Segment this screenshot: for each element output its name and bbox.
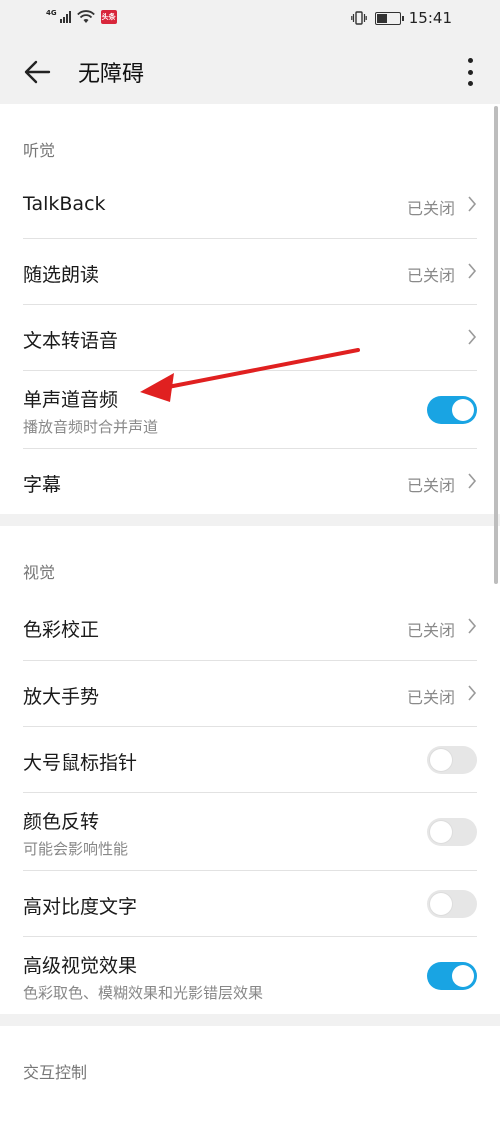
setting-large-pointer[interactable]: 大号鼠标指针 — [23, 726, 477, 792]
news-badge-text: 头条 — [101, 12, 116, 21]
setting-label: 字幕 — [23, 474, 62, 496]
mono-audio-toggle[interactable] — [427, 396, 477, 424]
setting-advanced-visual-effects[interactable]: 高级视觉效果 色彩取色、模糊效果和光影错层效果 — [23, 936, 477, 1014]
chevron-right-icon — [468, 196, 477, 212]
chevron-right-icon — [468, 329, 477, 345]
vibrate-icon — [350, 11, 367, 25]
setting-label: 色彩校正 — [23, 619, 100, 641]
setting-magnification-gestures[interactable]: 放大手势 已关闭 — [23, 660, 477, 726]
advanced-visual-effects-toggle[interactable] — [427, 962, 477, 990]
chevron-right-icon — [468, 263, 477, 279]
setting-status: 已关闭 — [406, 688, 455, 707]
section-interaction: 交互控制 — [0, 1026, 500, 1126]
back-arrow-icon[interactable] — [22, 57, 52, 87]
status-right: 15:41 — [350, 9, 452, 27]
setting-status: 已关闭 — [406, 476, 455, 495]
page-title: 无障碍 — [78, 62, 145, 87]
setting-subtitle: 播放音频时合并声道 — [23, 418, 159, 436]
status-time: 15:41 — [408, 9, 452, 27]
setting-label: 随选朗读 — [23, 264, 100, 286]
chevron-right-icon — [468, 618, 477, 634]
setting-color-correction[interactable]: 色彩校正 已关闭 — [23, 594, 477, 660]
app-bar: 无障碍 — [0, 38, 500, 104]
section-hearing: 听觉 TalkBack 已关闭 随选朗读 已关闭 文本转语音 单声道音频 播放音… — [0, 104, 500, 514]
setting-select-to-speak[interactable]: 随选朗读 已关闭 — [23, 238, 477, 304]
color-inversion-toggle[interactable] — [427, 818, 477, 846]
setting-text-to-speech[interactable]: 文本转语音 — [23, 304, 477, 370]
setting-label: TalkBack — [23, 193, 106, 215]
chevron-right-icon — [468, 473, 477, 489]
setting-subtitle: 色彩取色、模糊效果和光影错层效果 — [23, 984, 264, 1002]
setting-high-contrast-text[interactable]: 高对比度文字 — [23, 870, 477, 936]
setting-label: 高级视觉效果 — [23, 955, 138, 977]
setting-status: 已关闭 — [406, 199, 455, 218]
setting-label: 大号鼠标指针 — [23, 752, 138, 774]
section-header-hearing: 听觉 — [23, 141, 56, 160]
network-type: 4G — [46, 9, 57, 17]
status-bar: 4G 头条 15:41 — [0, 0, 500, 38]
setting-label: 放大手势 — [23, 686, 100, 708]
section-header-vision: 视觉 — [23, 563, 56, 582]
battery-icon — [374, 11, 404, 25]
setting-status: 已关闭 — [406, 621, 455, 640]
setting-mono-audio[interactable]: 单声道音频 播放音频时合并声道 — [23, 370, 477, 448]
setting-subtitle: 可能会影响性能 — [23, 840, 129, 858]
signal-icon — [59, 11, 71, 23]
setting-label: 单声道音频 — [23, 389, 119, 411]
high-contrast-text-toggle[interactable] — [427, 890, 477, 918]
wifi-icon — [76, 10, 95, 23]
setting-label: 颜色反转 — [23, 811, 100, 833]
section-vision: 视觉 色彩校正 已关闭 放大手势 已关闭 大号鼠标指针 颜色反转 可能会影响性能… — [0, 526, 500, 1014]
setting-color-inversion[interactable]: 颜色反转 可能会影响性能 — [23, 792, 477, 870]
setting-label: 文本转语音 — [23, 330, 119, 352]
setting-status: 已关闭 — [406, 266, 455, 285]
setting-label: 高对比度文字 — [23, 896, 138, 918]
news-app-icon: 头条 — [100, 10, 117, 24]
more-vertical-icon[interactable] — [460, 56, 480, 88]
setting-captions[interactable]: 字幕 已关闭 — [23, 448, 477, 514]
scrollbar[interactable] — [494, 106, 498, 584]
settings-list: 听觉 TalkBack 已关闭 随选朗读 已关闭 文本转语音 单声道音频 播放音… — [0, 104, 500, 1126]
status-left: 4G 头条 — [46, 10, 117, 24]
section-header-interaction: 交互控制 — [23, 1063, 88, 1082]
chevron-right-icon — [468, 685, 477, 701]
large-pointer-toggle[interactable] — [427, 746, 477, 774]
setting-talkback[interactable]: TalkBack 已关闭 — [23, 172, 477, 238]
